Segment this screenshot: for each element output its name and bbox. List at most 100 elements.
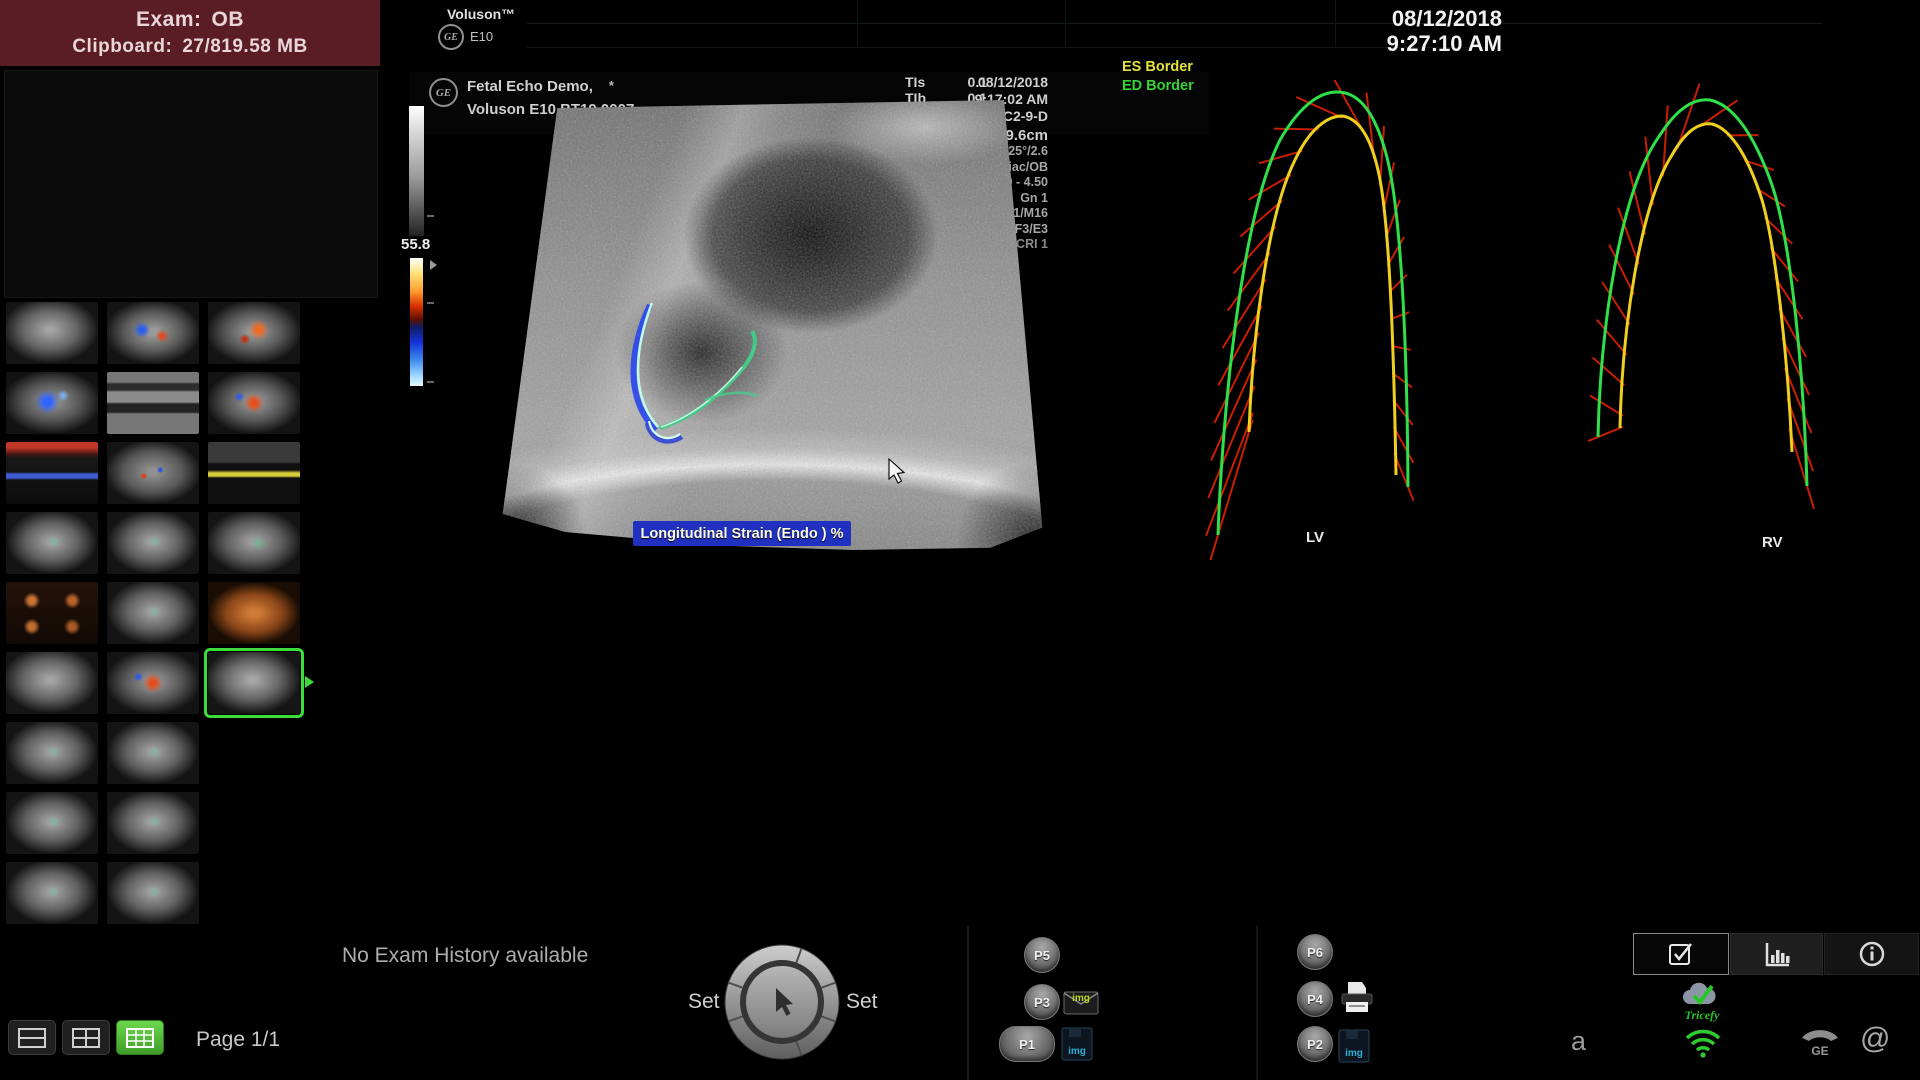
thumbnail[interactable] bbox=[107, 862, 199, 924]
thumbnail[interactable] bbox=[208, 442, 300, 504]
clipboard-value: 27/819.58 MB bbox=[182, 36, 307, 57]
thumbnail[interactable] bbox=[6, 652, 98, 714]
bar-chart-icon bbox=[1763, 941, 1791, 967]
clipboard-line: Clipboard: 27/819.58 MB bbox=[72, 36, 307, 58]
lv-label: LV bbox=[1306, 529, 1324, 546]
thumbnail[interactable] bbox=[208, 582, 300, 644]
thumbnail[interactable] bbox=[6, 582, 98, 644]
exam-history-message: No Exam History available bbox=[342, 944, 588, 968]
thumbnail[interactable] bbox=[6, 512, 98, 574]
svg-text:img: img bbox=[1068, 1046, 1086, 1057]
p1-button[interactable]: P1 bbox=[999, 1026, 1055, 1062]
thumbnail[interactable] bbox=[107, 722, 199, 784]
clipboard-label: Clipboard: bbox=[72, 36, 172, 57]
system-time: 9:27:10 AM bbox=[1330, 31, 1502, 56]
layout-grid-button-active[interactable] bbox=[116, 1020, 164, 1055]
panel-divider bbox=[1256, 925, 1258, 1080]
strain-mode-label: Longitudinal Strain (Endo ) % bbox=[633, 521, 851, 546]
thumbnail[interactable] bbox=[208, 372, 300, 434]
system-date: 08/12/2018 bbox=[1330, 6, 1502, 31]
gain-value: 55.8 bbox=[401, 236, 430, 253]
thumbnail[interactable] bbox=[208, 302, 300, 364]
thumbnail[interactable] bbox=[6, 302, 98, 364]
p2-button[interactable]: P2 bbox=[1297, 1026, 1333, 1062]
exam-label: Exam: bbox=[136, 8, 202, 31]
voluson-brand: Voluson™ bbox=[447, 6, 515, 22]
rv-label: RV bbox=[1762, 534, 1783, 551]
panel-divider bbox=[967, 925, 969, 1080]
quad-view-icon bbox=[72, 1028, 100, 1048]
patient-name-text: Fetal Echo Demo, bbox=[467, 78, 593, 95]
thumbnail-gallery bbox=[6, 302, 378, 932]
exam-header: Exam: OB Clipboard: 27/819.58 MB bbox=[0, 0, 380, 66]
voluson-ultrasound-screen: { "colors": { "exam_header_bg": "#5a1c25… bbox=[0, 0, 1920, 1080]
thumbnail[interactable] bbox=[107, 792, 199, 854]
selected-thumbnail-arrow-icon bbox=[305, 676, 314, 688]
layout-split-button[interactable] bbox=[8, 1020, 56, 1055]
info-button[interactable] bbox=[1824, 933, 1919, 975]
set-right-label: Set bbox=[846, 990, 878, 1014]
thumbnail[interactable] bbox=[6, 442, 98, 504]
set-left-label: Set bbox=[688, 990, 720, 1014]
print-icon bbox=[1338, 980, 1376, 1016]
acq-date: 08/12/2018 bbox=[860, 74, 1048, 91]
thumbnail[interactable] bbox=[208, 512, 300, 574]
menu-divider bbox=[527, 23, 1822, 24]
thumbnail[interactable] bbox=[6, 372, 98, 434]
colorbar-marker-icon bbox=[430, 260, 437, 270]
layout-quad-button[interactable] bbox=[62, 1020, 110, 1055]
thumbnail[interactable] bbox=[107, 512, 199, 574]
wifi-icon bbox=[1684, 1026, 1722, 1058]
report-edit-button[interactable] bbox=[1633, 933, 1729, 975]
ambient-indicator: a bbox=[1571, 1026, 1586, 1057]
colorbar-tick bbox=[427, 215, 434, 217]
border-legend: ES Border ED Border bbox=[1122, 58, 1194, 96]
split-view-icon bbox=[18, 1028, 46, 1048]
mouse-cursor-icon bbox=[888, 458, 906, 484]
svg-text:img: img bbox=[1072, 993, 1090, 1004]
p5-button[interactable]: P5 bbox=[1024, 937, 1060, 973]
model-label: E10 bbox=[470, 29, 493, 44]
info-icon bbox=[1859, 941, 1885, 967]
thumbnail[interactable] bbox=[107, 582, 199, 644]
lv-strain-diagram: LV bbox=[1190, 80, 1440, 560]
thumbnail[interactable] bbox=[6, 862, 98, 924]
ge-logo-icon: GE bbox=[429, 78, 458, 107]
svg-text:GE: GE bbox=[1811, 1044, 1828, 1058]
menu-divider bbox=[857, 0, 858, 47]
thumbnail[interactable] bbox=[6, 792, 98, 854]
colorbar-tick bbox=[427, 302, 434, 304]
thumbnail[interactable] bbox=[107, 442, 199, 504]
save-image-floppy-icon: img bbox=[1060, 1026, 1094, 1062]
trackball-control[interactable] bbox=[722, 942, 842, 1062]
thumbnail[interactable] bbox=[107, 652, 199, 714]
p4-button[interactable]: P4 bbox=[1297, 981, 1333, 1017]
thumbnail[interactable] bbox=[6, 722, 98, 784]
patient-asterisk: * bbox=[609, 78, 614, 93]
grayscale-colorbar bbox=[409, 106, 424, 236]
tricefy-cloud-icon bbox=[1680, 982, 1726, 1010]
thumbnail-selected[interactable] bbox=[208, 652, 300, 714]
es-border-legend: ES Border bbox=[1122, 58, 1194, 77]
svg-text:img: img bbox=[1345, 1048, 1363, 1059]
menu-divider bbox=[1065, 0, 1066, 47]
grid-view-icon bbox=[126, 1028, 154, 1048]
ge-remote-phone-icon: GE bbox=[1798, 1022, 1842, 1060]
patient-name: Fetal Echo Demo, * bbox=[467, 78, 614, 95]
colorbar-tick bbox=[427, 381, 434, 383]
exam-line: Exam: OB bbox=[136, 8, 244, 32]
p6-button[interactable]: P6 bbox=[1297, 934, 1333, 970]
rv-es-contour bbox=[1598, 100, 1807, 486]
thumbnail[interactable] bbox=[107, 302, 199, 364]
system-datetime: 08/12/2018 9:27:10 AM bbox=[1330, 6, 1502, 56]
at-connectivity-indicator: @ bbox=[1860, 1022, 1890, 1056]
save-image-floppy-icon: img bbox=[1337, 1028, 1371, 1064]
checkbox-edit-icon bbox=[1668, 941, 1694, 967]
ed-border-legend: ED Border bbox=[1122, 77, 1194, 96]
ge-logo-icon: GE bbox=[438, 24, 464, 50]
exam-value: OB bbox=[212, 8, 245, 31]
p3-button[interactable]: P3 bbox=[1024, 984, 1060, 1020]
worksheet-chart-button[interactable] bbox=[1730, 933, 1823, 975]
thumbnail[interactable] bbox=[107, 372, 199, 434]
page-indicator: Page 1/1 bbox=[196, 1028, 280, 1052]
